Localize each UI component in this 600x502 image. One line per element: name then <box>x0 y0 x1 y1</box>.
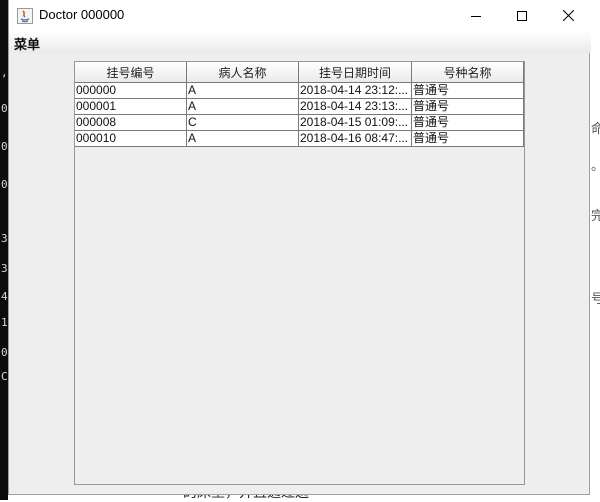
background-document-glyph: 命 <box>591 122 600 137</box>
maximize-icon <box>517 10 527 21</box>
table-row[interactable]: 000010 A 2018-04-16 08:47:... 普通号 <box>75 131 524 147</box>
table-cell[interactable]: 2018-04-14 23:13:... <box>299 99 412 115</box>
column-header-patient-name[interactable]: 病人名称 <box>187 62 299 83</box>
background-document-glyph: 。 <box>591 155 600 174</box>
table-row[interactable]: 000008 C 2018-04-15 01:09:... 普通号 <box>75 115 524 131</box>
background-document-glyph: 号 <box>591 292 600 307</box>
background-terminal-glyph: 3 <box>1 262 8 275</box>
table-cell[interactable]: C <box>187 115 299 131</box>
table-cell[interactable]: 普通号 <box>412 99 524 115</box>
background-terminal-glyph: 0 <box>1 140 8 153</box>
table-cell[interactable]: 2018-04-16 08:47:... <box>299 131 412 147</box>
table-row[interactable]: 000000 A 2018-04-14 23:12:... 普通号 <box>75 83 524 99</box>
doctor-window: Doctor 000000 菜单 挂号编号 病人名称 挂号日期时间 号种名称 0… <box>8 0 591 495</box>
table-cell[interactable]: 2018-04-15 01:09:... <box>299 115 412 131</box>
table-cell[interactable]: A <box>187 99 299 115</box>
java-app-icon <box>17 8 33 24</box>
background-terminal-glyph: , <box>1 66 8 79</box>
table-cell[interactable]: 普通号 <box>412 115 524 131</box>
column-header-ticket-type[interactable]: 号种名称 <box>412 62 524 83</box>
background-terminal-glyph: 4 <box>1 290 8 303</box>
column-header-registration-datetime[interactable]: 挂号日期时间 <box>299 62 412 83</box>
table-cell[interactable]: A <box>187 131 299 147</box>
table-header: 挂号编号 病人名称 挂号日期时间 号种名称 <box>75 62 524 83</box>
close-icon <box>562 10 574 21</box>
table-cell[interactable]: 2018-04-14 23:12:... <box>299 83 412 99</box>
background-terminal-glyph: 0 <box>1 178 8 191</box>
menu-item[interactable]: 菜单 <box>14 34 40 53</box>
background-terminal-glyph: C <box>1 370 8 383</box>
background-terminal-glyph: 1 <box>1 316 8 329</box>
background-terminal-glyph: 3 <box>1 232 8 245</box>
close-button[interactable] <box>545 0 591 31</box>
registration-table[interactable]: 挂号编号 病人名称 挂号日期时间 号种名称 000000 A 2018-04-1… <box>74 61 525 485</box>
table-cell[interactable]: A <box>187 83 299 99</box>
window-title: Doctor 000000 <box>39 7 125 22</box>
maximize-button[interactable] <box>499 0 545 31</box>
table-cell[interactable]: 000010 <box>75 131 187 147</box>
table-cell[interactable]: 000000 <box>75 83 187 99</box>
menu-bar: 菜单 <box>9 31 591 53</box>
column-header-registration-id[interactable]: 挂号编号 <box>75 62 187 83</box>
table-cell[interactable]: 普通号 <box>412 131 524 147</box>
background-document <box>590 0 600 500</box>
minimize-icon <box>471 15 481 17</box>
table-cell[interactable]: 普通号 <box>412 83 524 99</box>
table-row[interactable]: 000001 A 2018-04-14 23:13:... 普通号 <box>75 99 524 115</box>
minimize-button[interactable] <box>453 0 499 31</box>
table-body: 000000 A 2018-04-14 23:12:... 普通号 000001… <box>75 83 524 147</box>
background-terminal-glyph: 0 <box>1 346 8 359</box>
table-cell[interactable]: 000008 <box>75 115 187 131</box>
title-bar[interactable]: Doctor 000000 <box>9 0 591 31</box>
table-cell[interactable]: 000001 <box>75 99 187 115</box>
background-document-glyph: 完 <box>591 209 600 224</box>
